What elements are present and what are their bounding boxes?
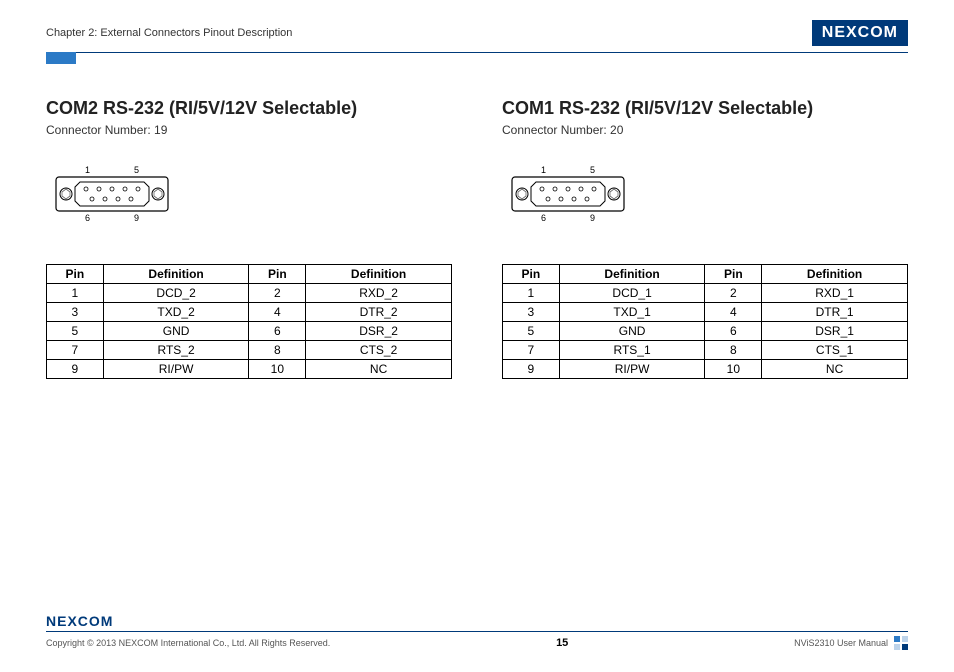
right-column: COM1 RS-232 (RI/5V/12V Selectable) Conne… <box>502 98 908 379</box>
pin-label: 9 <box>590 213 595 223</box>
footer-row: Copyright © 2013 NEXCOM International Co… <box>46 636 908 650</box>
table-row: 5GND6DSR_1 <box>503 322 908 341</box>
header-accent-tab <box>46 52 76 64</box>
pin-label: 9 <box>134 213 139 223</box>
connector-diagram-right: 1 5 6 9 <box>508 165 908 230</box>
pin-label: 6 <box>541 213 546 223</box>
th-pin: Pin <box>705 265 762 284</box>
footer-right-group: NViS2310 User Manual <box>794 636 908 650</box>
th-pin: Pin <box>47 265 104 284</box>
table-row: 9RI/PW10NC <box>503 360 908 379</box>
table-row: 7RTS_18CTS_1 <box>503 341 908 360</box>
footer-rule <box>46 631 908 632</box>
pin-label: 1 <box>85 165 90 175</box>
section-title-right: COM1 RS-232 (RI/5V/12V Selectable) <box>502 98 908 119</box>
th-def: Definition <box>762 265 908 284</box>
pin-label: 5 <box>134 165 139 175</box>
brand-logo: NEXCOM <box>812 20 908 46</box>
th-pin: Pin <box>503 265 560 284</box>
db9-connector-icon: 1 5 6 9 <box>508 165 638 225</box>
connector-number-left: Connector Number: 19 <box>46 123 452 137</box>
header-rule <box>46 52 908 53</box>
db9-connector-icon: 1 5 6 9 <box>52 165 182 225</box>
left-column: COM2 RS-232 (RI/5V/12V Selectable) Conne… <box>46 98 452 379</box>
brand-text: NEXCOM <box>822 24 898 42</box>
connector-number-right: Connector Number: 20 <box>502 123 908 137</box>
page-header: Chapter 2: External Connectors Pinout De… <box>0 0 954 52</box>
th-pin: Pin <box>249 265 306 284</box>
manual-name: NViS2310 User Manual <box>794 638 888 648</box>
th-def: Definition <box>103 265 249 284</box>
table-row: 3TXD_14DTR_1 <box>503 303 908 322</box>
table-row: 1DCD_12RXD_1 <box>503 284 908 303</box>
pinout-table-left: Pin Definition Pin Definition 1DCD_22RXD… <box>46 264 452 379</box>
table-row: 9RI/PW10NC <box>47 360 452 379</box>
section-title-left: COM2 RS-232 (RI/5V/12V Selectable) <box>46 98 452 119</box>
connector-diagram-left: 1 5 6 9 <box>52 165 452 230</box>
chapter-label: Chapter 2: External Connectors Pinout De… <box>46 27 292 39</box>
pin-label: 1 <box>541 165 546 175</box>
footer-brand-logo: NEXCOM <box>46 613 908 629</box>
table-header-row: Pin Definition Pin Definition <box>47 265 452 284</box>
table-row: 1DCD_22RXD_2 <box>47 284 452 303</box>
content-area: COM2 RS-232 (RI/5V/12V Selectable) Conne… <box>0 64 954 379</box>
table-row: 3TXD_24DTR_2 <box>47 303 452 322</box>
footer-squares-icon <box>894 636 908 650</box>
table-row: 5GND6DSR_2 <box>47 322 452 341</box>
pin-label: 5 <box>590 165 595 175</box>
page-number: 15 <box>556 637 568 649</box>
page-footer: NEXCOM Copyright © 2013 NEXCOM Internati… <box>46 613 908 650</box>
table-header-row: Pin Definition Pin Definition <box>503 265 908 284</box>
pin-label: 6 <box>85 213 90 223</box>
th-def: Definition <box>559 265 705 284</box>
pinout-table-right: Pin Definition Pin Definition 1DCD_12RXD… <box>502 264 908 379</box>
copyright-text: Copyright © 2013 NEXCOM International Co… <box>46 638 330 648</box>
table-row: 7RTS_28CTS_2 <box>47 341 452 360</box>
th-def: Definition <box>306 265 452 284</box>
